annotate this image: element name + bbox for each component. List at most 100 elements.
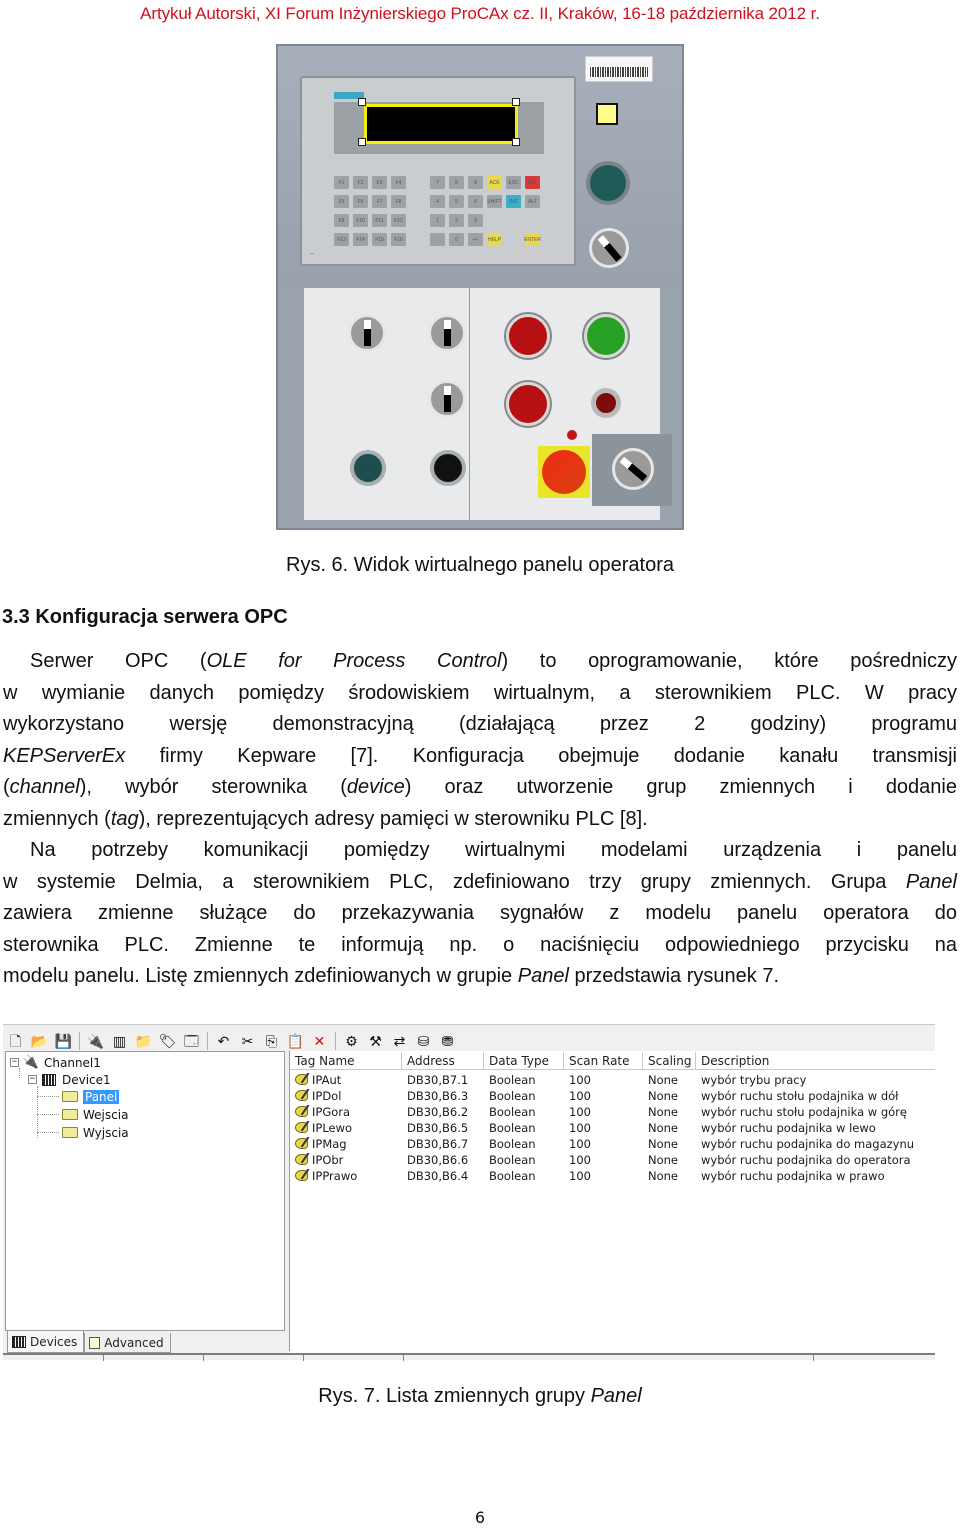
table-row[interactable]: IPDol DB30,B6.3 Boolean 100 None wybór ruchu … [290, 1088, 935, 1104]
cell-scan-rate: 100 [569, 1105, 591, 1119]
numeric-key[interactable]: 2 [449, 214, 464, 227]
column-header-address[interactable]: Address [402, 1052, 484, 1069]
table-row[interactable]: IPMag DB30,B6.7 Boolean 100 None wybór ruchu … [290, 1136, 935, 1152]
save-icon[interactable]: 💾 [53, 1031, 74, 1051]
undo-icon[interactable]: ↶ [213, 1031, 234, 1051]
delete-icon[interactable]: ✕ [309, 1031, 330, 1051]
black-key-switch[interactable] [430, 450, 466, 486]
column-header-scan-rate[interactable]: Scan Rate [564, 1052, 643, 1069]
numeric-key[interactable]: 9 [468, 176, 483, 189]
quick-client-icon[interactable]: ⚙ [341, 1031, 362, 1051]
special-key[interactable]: SHIFT [487, 195, 502, 208]
properties-icon[interactable]: 🗔 [181, 1031, 202, 1051]
column-header-description[interactable]: Description [696, 1052, 935, 1069]
open-icon[interactable]: 📂 [29, 1031, 50, 1051]
function-key[interactable]: F14 [353, 233, 368, 246]
function-key[interactable]: F12 [391, 214, 406, 227]
numeric-key[interactable]: 4 [430, 195, 445, 208]
function-key[interactable]: F13 [334, 233, 349, 246]
table-row[interactable]: IPGora DB30,B6.2 Boolean 100 None wybór ruchu… [290, 1104, 935, 1120]
opc-icon[interactable]: ⚒ [365, 1031, 386, 1051]
numeric-key[interactable]: 8 [449, 176, 464, 189]
cut-icon[interactable]: ✂ [237, 1031, 258, 1051]
new-tag-icon[interactable]: 🏷 [157, 1031, 178, 1051]
numeric-key[interactable]: 1 [430, 214, 445, 227]
special-key[interactable]: DEL [525, 176, 540, 189]
tab-devices[interactable]: Devices [7, 1331, 85, 1353]
function-key[interactable]: F9 [334, 214, 349, 227]
function-key[interactable]: F5 [334, 195, 349, 208]
selection-handle[interactable] [358, 138, 366, 146]
tree-node-channel[interactable]: − 🔌 Channel1 [10, 1054, 101, 1071]
dark-green-pushbutton[interactable] [586, 161, 630, 205]
tree-node-group-panel[interactable]: Panel [61, 1088, 120, 1105]
new-channel-icon[interactable]: 🔌 [85, 1031, 106, 1051]
selector-switch[interactable] [348, 314, 386, 352]
emergency-stop-button[interactable] [542, 450, 586, 494]
table-row[interactable]: IPPrawo DB30,B6.4 Boolean 100 None wybór ruch… [290, 1168, 935, 1184]
special-key[interactable]: ACK [487, 176, 502, 189]
column-header-tag-name[interactable]: Tag Name [290, 1052, 402, 1069]
tree-node-group-wejscia[interactable]: Wejscia [61, 1106, 128, 1123]
collapse-icon[interactable]: − [28, 1075, 37, 1084]
special-key[interactable]: ESC [506, 176, 521, 189]
cell-tag-name: IPAut [290, 1073, 402, 1087]
numeric-key[interactable]: 3 [468, 214, 483, 227]
cell-tag-name: IPPrawo [290, 1169, 402, 1183]
stop-button[interactable] [506, 314, 550, 358]
terminal-display[interactable] [364, 104, 518, 144]
numeric-key[interactable]: 0 [449, 233, 464, 246]
new-group-icon[interactable]: 📁 [133, 1031, 154, 1051]
selection-handle[interactable] [512, 98, 520, 106]
tab-advanced[interactable]: Advanced [84, 1333, 171, 1353]
selection-handle[interactable] [512, 138, 520, 146]
yellow-indicator-lamp[interactable] [596, 103, 618, 125]
special-key[interactable]: ENTER [524, 233, 541, 246]
paste-icon[interactable]: 📋 [285, 1031, 306, 1051]
red-pushbutton[interactable] [506, 382, 550, 426]
copy-icon[interactable]: ⎘ [261, 1031, 282, 1051]
function-key[interactable]: F16 [391, 233, 406, 246]
tree-node-device[interactable]: − Device1 [28, 1071, 111, 1088]
new-icon[interactable]: 🗋 [5, 1031, 26, 1051]
table-row[interactable]: IPObr DB30,B6.6 Boolean 100 None wybór ruchu … [290, 1152, 935, 1168]
selector-switch[interactable] [428, 314, 466, 352]
numeric-key[interactable]: 5 [449, 195, 464, 208]
column-header-scaling[interactable]: Scaling [643, 1052, 696, 1069]
function-key[interactable]: F11 [372, 214, 387, 227]
new-device-icon[interactable]: ▥ [109, 1031, 130, 1051]
numeric-key[interactable]: . [430, 233, 445, 246]
collapse-icon[interactable]: − [10, 1058, 19, 1067]
numeric-key[interactable]: 7 [430, 176, 445, 189]
database-config-icon[interactable]: ⛃ [437, 1031, 458, 1051]
database-icon[interactable]: ⛁ [413, 1031, 434, 1051]
function-key[interactable]: F15 [372, 233, 387, 246]
function-key[interactable]: F3 [372, 176, 387, 189]
selection-handle[interactable] [358, 98, 366, 106]
import-icon[interactable]: ⇄ [389, 1031, 410, 1051]
special-key[interactable]: HELP [487, 233, 502, 246]
function-key[interactable]: F6 [353, 195, 368, 208]
column-header-data-type[interactable]: Data Type [484, 1052, 564, 1069]
function-key[interactable]: F8 [391, 195, 406, 208]
table-row[interactable]: IPLewo DB30,B6.5 Boolean 100 None wybór ruchu… [290, 1120, 935, 1136]
start-button[interactable] [584, 314, 628, 358]
numeric-key[interactable]: 6 [468, 195, 483, 208]
function-key[interactable]: F1 [334, 176, 349, 189]
special-key[interactable]: INS [506, 195, 521, 208]
figure-7-caption: Rys. 7. Lista zmiennych grupy Panel [318, 1385, 642, 1407]
selector-switch[interactable] [589, 228, 629, 268]
text-line: Na potrzeby komunikacji pomiędzy wirtual… [30, 839, 957, 861]
function-key[interactable]: F10 [353, 214, 368, 227]
special-key[interactable]: ALT [525, 195, 540, 208]
green-mushroom-button[interactable] [350, 450, 386, 486]
selector-switch[interactable] [428, 380, 466, 418]
tree-node-group-wyjscia[interactable]: Wyjscia [61, 1124, 129, 1141]
function-key[interactable]: F2 [353, 176, 368, 189]
function-key[interactable]: F7 [372, 195, 387, 208]
numeric-key[interactable]: +/- [468, 233, 483, 246]
function-key[interactable]: F4 [391, 176, 406, 189]
mode-selector-switch[interactable] [612, 448, 654, 490]
table-row[interactable]: IPAut DB30,B7.1 Boolean 100 None wybór trybu … [290, 1072, 935, 1088]
cell-scaling: None [648, 1073, 679, 1087]
